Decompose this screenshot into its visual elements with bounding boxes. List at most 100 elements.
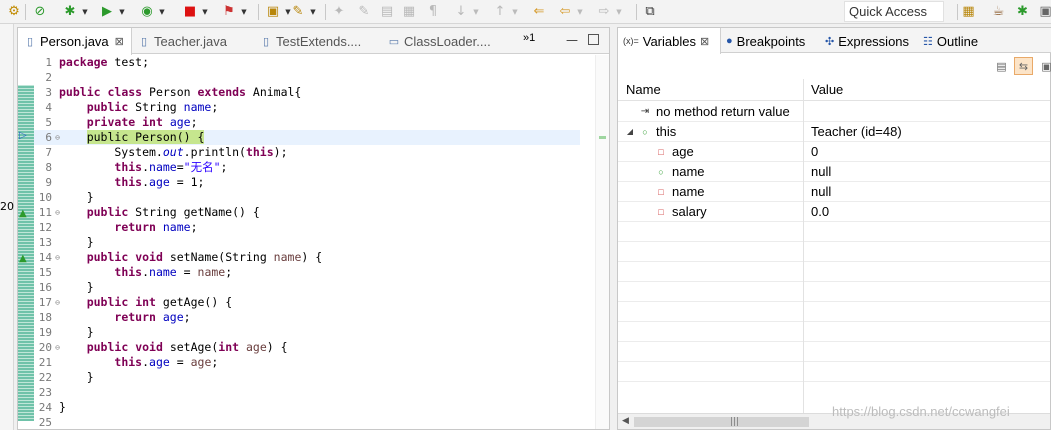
back-icon[interactable]: ⇦	[556, 2, 574, 22]
vertical-ruler[interactable]: ▷ ▲ ▲	[18, 55, 34, 429]
debug-perspective-tab-icon[interactable]: ✱	[1017, 2, 1028, 22]
show-whitespace-icon[interactable]: ¶	[424, 2, 442, 22]
overview-mark[interactable]	[599, 136, 606, 139]
maximize-icon[interactable]	[588, 34, 599, 45]
code-line[interactable]: 22 }	[34, 370, 580, 385]
previous-annotation-icon[interactable]: ↑	[491, 2, 509, 22]
overview-ruler[interactable]	[595, 55, 609, 429]
code-line[interactable]: 12 return name;	[34, 220, 580, 235]
code-line[interactable]: 13 }	[34, 235, 580, 250]
code-line[interactable]: 23	[34, 385, 580, 400]
toggle-mark-icon[interactable]: ✦	[330, 2, 348, 22]
java-perspective-icon[interactable]: ☕	[993, 2, 1004, 22]
code-line[interactable]: 5 private int age;	[34, 115, 580, 130]
word-wrap-icon[interactable]: ▦	[400, 2, 418, 22]
open-folder-icon[interactable]: ▣	[264, 2, 282, 22]
variable-value: null	[811, 184, 832, 199]
external-tools-icon[interactable]: ⚑	[220, 2, 238, 22]
code-line[interactable]: 19 }	[34, 325, 580, 340]
panel-tab[interactable]: ● Breakpoints	[721, 28, 820, 54]
code-area[interactable]: ▷ ▲ ▲ 1 package test; 2 3 public class Perso…	[18, 55, 609, 429]
perspective-icon[interactable]: ▣	[1040, 2, 1051, 22]
annotation-icon[interactable]: ✎	[355, 2, 373, 22]
dropdown-arrow-icon[interactable]: ▼	[471, 2, 481, 22]
code-line[interactable]: 17 ⊖ public int getAge() {	[34, 295, 580, 310]
minimize-icon[interactable]: —	[565, 33, 579, 47]
code-line[interactable]: 8 this.name="无名";	[34, 160, 580, 175]
forward-icon[interactable]: ⇨	[595, 2, 613, 22]
dropdown-arrow-icon[interactable]: ▼	[510, 2, 520, 22]
panel-tab[interactable]: ✣ Expressions	[820, 28, 918, 54]
block-selection-icon[interactable]: ▤	[378, 2, 396, 22]
coverage-icon[interactable]: ◉	[138, 2, 156, 22]
scroll-left-icon[interactable]: ◀	[622, 416, 629, 426]
variable-row[interactable]: □ name null	[618, 182, 1050, 202]
column-divider[interactable]	[803, 79, 804, 413]
panel-tab[interactable]: ☷ Outline	[918, 28, 998, 54]
value-column-header[interactable]: Value	[803, 79, 843, 101]
close-icon[interactable]: ⊠	[700, 35, 709, 48]
debug-perspective-icon[interactable]: ⚙	[5, 2, 23, 22]
line-source: }	[59, 325, 94, 340]
code-lines[interactable]: 1 package test; 2 3 public class Person exte…	[34, 55, 594, 429]
code-token: .println(	[183, 145, 246, 159]
variable-row[interactable]: □ age 0	[618, 142, 1050, 162]
editor-tab[interactable]: ▯ Person.java ⊠	[18, 28, 132, 55]
dropdown-arrow-icon[interactable]: ▼	[239, 2, 249, 22]
next-annotation-icon[interactable]: ↓	[452, 2, 470, 22]
quick-access-input[interactable]: Quick Access	[844, 1, 944, 22]
dropdown-arrow-icon[interactable]: ▼	[200, 2, 210, 22]
code-line[interactable]: 6 ⊖ public Person() {	[34, 130, 580, 145]
code-line[interactable]: 2	[34, 70, 580, 85]
line-source: System.out.println(this);	[59, 145, 287, 160]
stop-icon[interactable]: ■	[181, 2, 199, 22]
code-line[interactable]: 18 return age;	[34, 310, 580, 325]
code-line[interactable]: 25	[34, 415, 580, 430]
code-line[interactable]: 21 this.age = age;	[34, 355, 580, 370]
debug-icon[interactable]: ✱	[61, 2, 79, 22]
code-line[interactable]: 3 public class Person extends Animal{	[34, 85, 580, 100]
dropdown-arrow-icon[interactable]: ▼	[80, 2, 90, 22]
name-column-header[interactable]: Name	[618, 79, 661, 101]
code-line[interactable]: 20 ⊖ public void setAge(int age) {	[34, 340, 580, 355]
dropdown-arrow-icon[interactable]: ▼	[157, 2, 167, 22]
wand-icon[interactable]: ✎	[289, 2, 307, 22]
panel-tab[interactable]: (x)= Variables ⊠	[618, 28, 721, 54]
run-icon[interactable]: ▶	[98, 2, 116, 22]
variable-row[interactable]: □ salary 0.0	[618, 202, 1050, 222]
dropdown-arrow-icon[interactable]: ▼	[614, 2, 624, 22]
code-line[interactable]: 1 package test;	[34, 55, 580, 70]
last-edit-icon[interactable]: ⇐	[530, 2, 548, 22]
code-token: .	[142, 175, 150, 189]
dropdown-arrow-icon[interactable]: ▼	[117, 2, 127, 22]
dropdown-arrow-icon[interactable]: ▼	[308, 2, 318, 22]
code-token: ) {	[301, 250, 323, 264]
dropdown-arrow-icon[interactable]: ▼	[575, 2, 585, 22]
code-line[interactable]: 11 ⊖ public String getName() {	[34, 205, 580, 220]
code-line[interactable]: 9 this.age = 1;	[34, 175, 580, 190]
variable-row[interactable]: ⇥ no method return value	[618, 102, 1050, 122]
open-perspective-icon[interactable]: ▦	[963, 2, 974, 22]
code-line[interactable]: 14 ⊖ public void setName(String name) {	[34, 250, 580, 265]
close-icon[interactable]: ⊠	[115, 35, 124, 48]
code-line[interactable]: 7 System.out.println(this);	[34, 145, 580, 160]
show-type-names-icon[interactable]: ▤	[992, 57, 1011, 75]
variable-row[interactable]: ◢ ○ this Teacher (id=48)	[618, 122, 1050, 142]
skip-breakpoints-icon[interactable]: ⊘	[31, 2, 49, 22]
code-token: Animal{	[245, 85, 302, 99]
variable-row[interactable]: ○ name null	[618, 162, 1050, 182]
code-line[interactable]: 10 }	[34, 190, 580, 205]
code-line[interactable]: 24}	[34, 400, 580, 415]
scrollbar-thumb[interactable]: |||	[634, 417, 809, 427]
show-logical-structure-icon[interactable]: ⇆	[1014, 57, 1033, 75]
expand-toggle-icon[interactable]: ◢	[626, 122, 634, 141]
editor-tab[interactable]: ▯ TestExtends....	[254, 28, 378, 54]
editor-tab[interactable]: ▯ Teacher.java	[132, 28, 250, 54]
collapse-all-icon[interactable]: ▣	[1037, 57, 1051, 75]
pin-editor-icon[interactable]: ⧉	[641, 2, 659, 22]
code-line[interactable]: 16 }	[34, 280, 580, 295]
editor-tab[interactable]: ▭ ClassLoader....	[382, 28, 514, 54]
code-line[interactable]: 15 this.name = name;	[34, 265, 580, 280]
code-line[interactable]: 4 public String name;	[34, 100, 580, 115]
tab-overflow-button[interactable]: »1	[523, 32, 535, 44]
